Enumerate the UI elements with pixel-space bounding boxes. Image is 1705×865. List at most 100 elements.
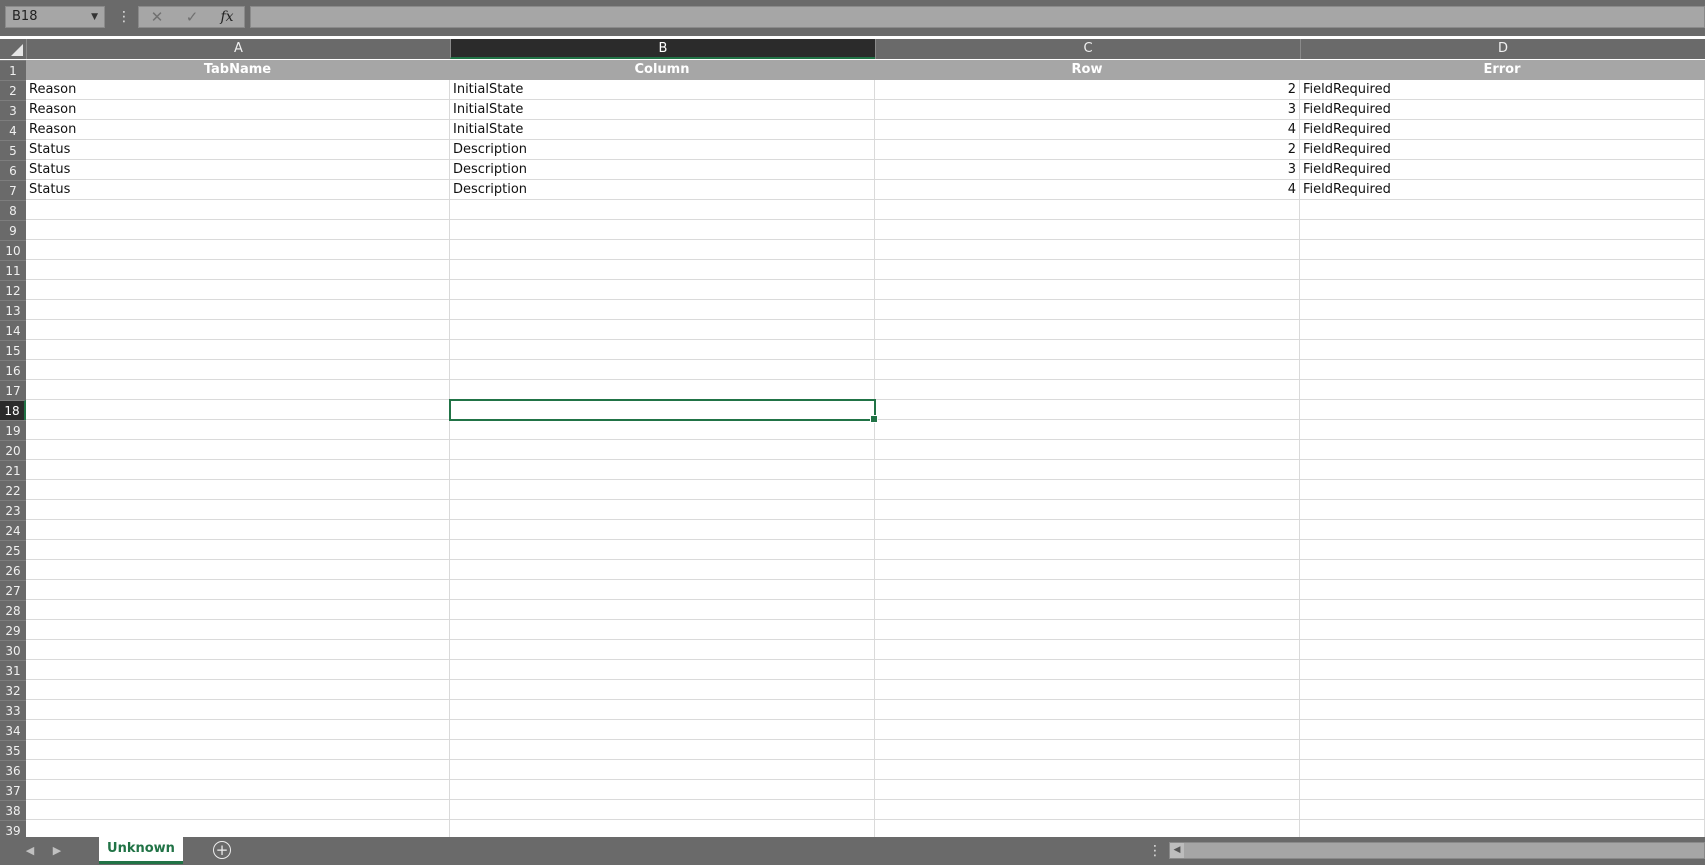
empty-cell[interactable] [450,520,875,540]
empty-cell[interactable] [450,600,875,620]
row-header-23[interactable]: 23 [0,500,26,520]
empty-cell[interactable] [26,560,450,580]
empty-cell[interactable] [1300,220,1705,240]
empty-cell[interactable] [875,760,1300,780]
formula-input[interactable] [250,6,1705,28]
empty-cell[interactable] [875,240,1300,260]
fill-handle[interactable] [870,415,878,423]
table-cell[interactable]: Reason [26,100,450,120]
empty-cell[interactable] [875,720,1300,740]
row-header-16[interactable]: 16 [0,360,26,380]
row-header-7[interactable]: 7 [0,180,26,200]
empty-cell[interactable] [450,780,875,800]
empty-cell[interactable] [1300,440,1705,460]
empty-cell[interactable] [450,540,875,560]
column-header-d[interactable]: D [1300,39,1705,59]
empty-cell[interactable] [26,500,450,520]
empty-cell[interactable] [1300,560,1705,580]
empty-cell[interactable] [450,760,875,780]
empty-cell[interactable] [26,720,450,740]
empty-cell[interactable] [450,820,875,837]
empty-cell[interactable] [26,680,450,700]
horizontal-scrollbar[interactable]: ◀ [1169,842,1705,859]
table-cell[interactable]: InitialState [450,80,875,100]
row-header-10[interactable]: 10 [0,240,26,260]
empty-cell[interactable] [1300,540,1705,560]
empty-cell[interactable] [450,260,875,280]
table-cell[interactable]: FieldRequired [1300,180,1705,200]
empty-cell[interactable] [1300,320,1705,340]
empty-cell[interactable] [26,340,450,360]
row-header-18[interactable]: 18 [0,400,26,420]
empty-cell[interactable] [875,280,1300,300]
empty-cell[interactable] [26,700,450,720]
row-header-1[interactable]: 1 [0,60,26,80]
table-cell[interactable]: Status [26,160,450,180]
empty-cell[interactable] [26,780,450,800]
empty-cell[interactable] [1300,400,1705,420]
scroll-left-icon[interactable]: ◀ [1170,843,1184,858]
empty-cell[interactable] [26,420,450,440]
table-cell[interactable]: FieldRequired [1300,160,1705,180]
empty-cell[interactable] [1300,500,1705,520]
row-header-8[interactable]: 8 [0,200,26,220]
empty-cell[interactable] [875,600,1300,620]
row-header-25[interactable]: 25 [0,540,26,560]
add-sheet-icon[interactable]: + [213,841,231,859]
empty-cell[interactable] [450,800,875,820]
empty-cell[interactable] [875,620,1300,640]
table-cell[interactable]: 4 [875,180,1300,200]
empty-cell[interactable] [450,360,875,380]
worksheet-grid[interactable]: A B C D 1 TabName Column Row Error 2 Reason Initial… [0,36,1705,837]
empty-cell[interactable] [875,260,1300,280]
empty-cell[interactable] [1300,760,1705,780]
empty-cell[interactable] [1300,300,1705,320]
table-cell[interactable]: 3 [875,160,1300,180]
empty-cell[interactable] [875,480,1300,500]
row-header-37[interactable]: 37 [0,780,26,800]
empty-cell[interactable] [1300,380,1705,400]
empty-cell[interactable] [875,320,1300,340]
empty-cell[interactable] [26,640,450,660]
row-header-35[interactable]: 35 [0,740,26,760]
empty-cell[interactable] [26,660,450,680]
empty-cell[interactable] [1300,460,1705,480]
empty-cell[interactable] [875,220,1300,240]
column-header-a[interactable]: A [26,39,450,59]
empty-cell[interactable] [26,520,450,540]
empty-cell[interactable] [875,640,1300,660]
empty-cell[interactable] [875,780,1300,800]
row-header-11[interactable]: 11 [0,260,26,280]
empty-cell[interactable] [450,220,875,240]
next-sheet-icon[interactable]: ▶ [47,842,67,860]
empty-cell[interactable] [875,420,1300,440]
empty-cell[interactable] [450,240,875,260]
empty-cell[interactable] [26,260,450,280]
empty-cell[interactable] [26,320,450,340]
empty-cell[interactable] [450,460,875,480]
empty-cell[interactable] [875,800,1300,820]
table-cell[interactable]: Status [26,140,450,160]
empty-cell[interactable] [875,580,1300,600]
row-header-21[interactable]: 21 [0,460,26,480]
cancel-icon[interactable]: ✕ [142,7,172,27]
sheet-tab-unknown[interactable]: Unknown [99,837,183,864]
empty-cell[interactable] [1300,420,1705,440]
table-cell[interactable]: 2 [875,140,1300,160]
row-header-5[interactable]: 5 [0,140,26,160]
empty-cell[interactable] [875,340,1300,360]
empty-cell[interactable] [26,740,450,760]
empty-cell[interactable] [1300,200,1705,220]
empty-cell[interactable] [875,300,1300,320]
empty-cell[interactable] [875,500,1300,520]
empty-cell[interactable] [1300,780,1705,800]
row-header-20[interactable]: 20 [0,440,26,460]
table-cell[interactable]: Description [450,180,875,200]
row-header-13[interactable]: 13 [0,300,26,320]
header-cell[interactable]: Row [875,60,1300,80]
row-header-9[interactable]: 9 [0,220,26,240]
empty-cell[interactable] [26,400,450,420]
row-header-32[interactable]: 32 [0,680,26,700]
table-cell[interactable]: Status [26,180,450,200]
empty-cell[interactable] [26,760,450,780]
